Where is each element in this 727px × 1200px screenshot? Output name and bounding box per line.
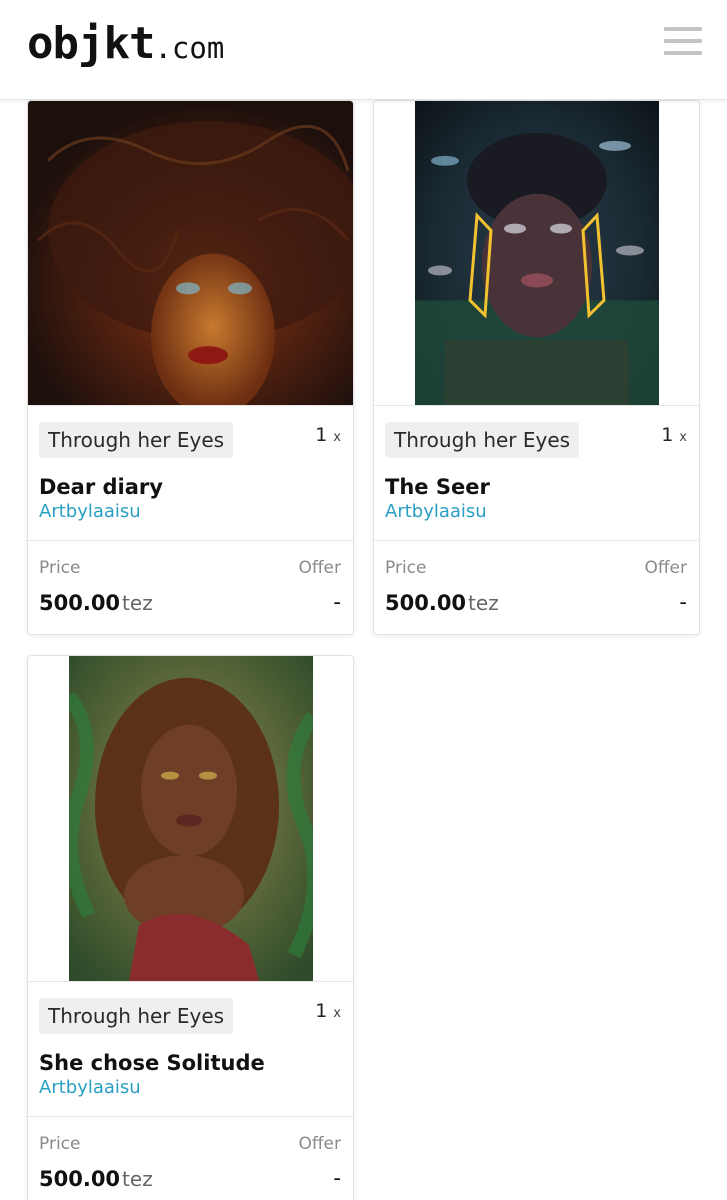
artwork-title[interactable]: The Seer <box>385 475 490 499</box>
offer-label: Offer <box>298 1134 341 1154</box>
price-currency: tez <box>122 591 153 615</box>
nft-card[interactable]: Through her Eyes 1x The Seer Artbylaaisu… <box>373 100 700 635</box>
offer-label: Offer <box>298 558 341 578</box>
price-currency: tez <box>122 1167 153 1191</box>
nft-card[interactable]: Through her Eyes 1x Dear diary Artbylaai… <box>27 100 354 635</box>
artwork-title[interactable]: Dear diary <box>39 475 163 499</box>
offer-value: - <box>333 1166 341 1190</box>
price-label: Price <box>385 558 427 578</box>
collection-badge[interactable]: Through her Eyes <box>385 422 580 458</box>
price-amount: 500.00 <box>39 591 121 615</box>
price-value: 500.00 tez <box>39 1167 153 1191</box>
edition-count: 1x <box>315 424 341 446</box>
artwork-thumbnail[interactable] <box>374 101 699 406</box>
artwork-image <box>415 101 659 405</box>
artist-link[interactable]: Artbylaaisu <box>39 501 141 522</box>
edition-number: 1 <box>661 424 674 446</box>
logo-main-text: objkt <box>27 18 155 69</box>
edition-number: 1 <box>315 424 328 446</box>
collection-badge[interactable]: Through her Eyes <box>39 422 234 458</box>
edition-count: 1x <box>661 424 687 446</box>
menu-bar <box>664 51 702 55</box>
price-value: 500.00 tez <box>39 591 153 615</box>
logo-tld-text: .com <box>154 31 225 65</box>
menu-bar <box>664 39 702 43</box>
card-info: Through her Eyes 1x She chose Solitude A… <box>28 982 353 1117</box>
card-info: Through her Eyes 1x The Seer Artbylaaisu <box>374 406 699 541</box>
artwork-image <box>69 656 313 981</box>
edition-suffix: x <box>333 430 341 445</box>
card-pricing: Price Offer 500.00 tez - <box>374 541 699 633</box>
price-currency: tez <box>468 591 499 615</box>
artist-link[interactable]: Artbylaaisu <box>385 501 487 522</box>
card-pricing: Price Offer 500.00 tez - <box>28 1117 353 1200</box>
offer-value: - <box>333 590 341 614</box>
card-info: Through her Eyes 1x Dear diary Artbylaai… <box>28 406 353 541</box>
offer-value: - <box>679 590 687 614</box>
hamburger-menu-icon[interactable] <box>664 27 702 55</box>
artist-link[interactable]: Artbylaaisu <box>39 1077 141 1098</box>
artwork-image <box>28 101 353 405</box>
site-logo[interactable]: objkt.com <box>27 18 224 69</box>
price-label: Price <box>39 558 81 578</box>
artwork-thumbnail[interactable] <box>28 656 353 982</box>
edition-number: 1 <box>315 1000 328 1022</box>
menu-bar <box>664 27 702 31</box>
edition-suffix: x <box>679 430 687 445</box>
price-value: 500.00 tez <box>385 591 499 615</box>
site-header: objkt.com <box>0 0 727 100</box>
artwork-thumbnail[interactable] <box>28 101 353 406</box>
edition-suffix: x <box>333 1006 341 1021</box>
price-label: Price <box>39 1134 81 1154</box>
edition-count: 1x <box>315 1000 341 1022</box>
price-amount: 500.00 <box>385 591 467 615</box>
card-pricing: Price Offer 500.00 tez - <box>28 541 353 633</box>
offer-label: Offer <box>644 558 687 578</box>
collection-badge[interactable]: Through her Eyes <box>39 998 234 1034</box>
nft-card[interactable]: Through her Eyes 1x She chose Solitude A… <box>27 655 354 1200</box>
artwork-title[interactable]: She chose Solitude <box>39 1051 265 1075</box>
price-amount: 500.00 <box>39 1167 121 1191</box>
